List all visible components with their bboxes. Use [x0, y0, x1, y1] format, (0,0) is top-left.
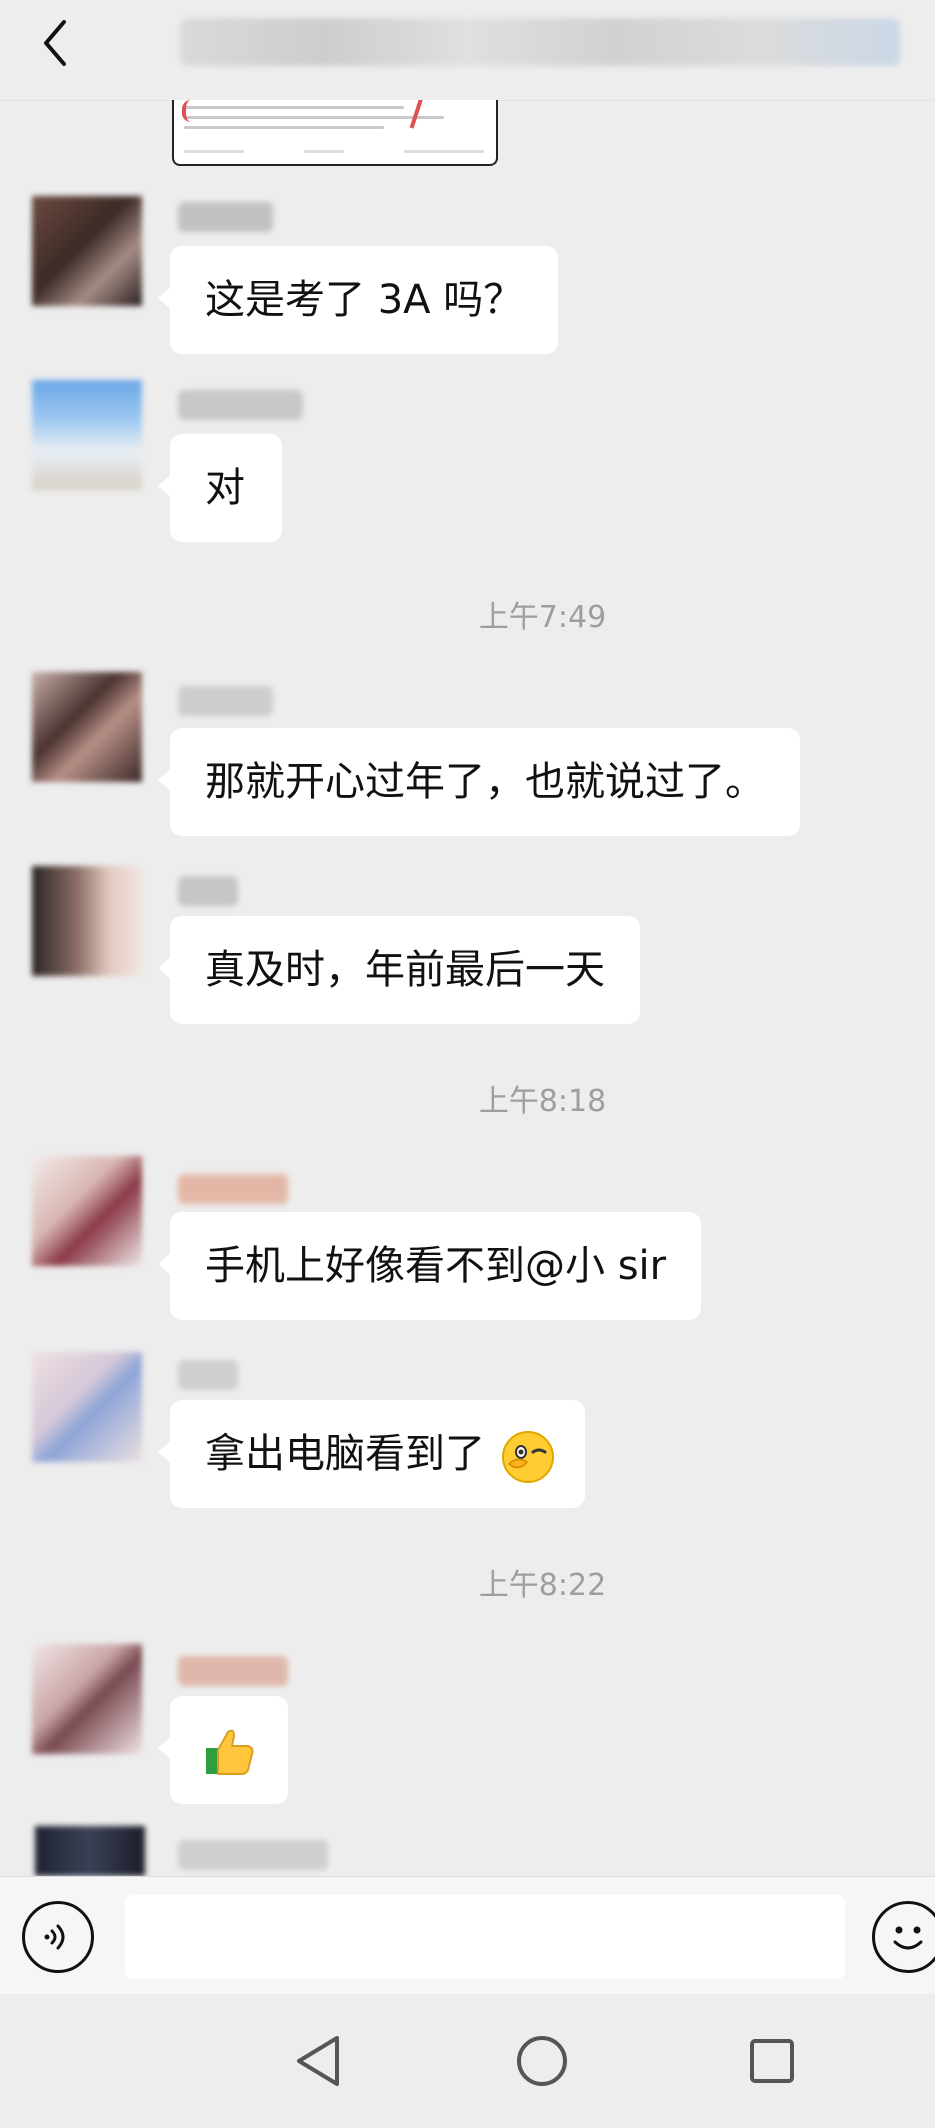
nav-back-button[interactable] — [283, 2026, 353, 2096]
sender-name-redacted — [178, 876, 238, 906]
winking-face-emoji-icon — [502, 1431, 554, 1483]
message-input-bar — [0, 1876, 935, 1995]
sender-name-redacted — [178, 686, 273, 716]
avatar[interactable] — [32, 196, 142, 306]
shared-document-preview[interactable] — [172, 100, 498, 166]
sender-name-redacted — [178, 1360, 238, 1390]
smiley-face-icon — [893, 1926, 923, 1950]
message-text: 拿出电脑看到了 — [205, 1431, 485, 1477]
avatar[interactable] — [32, 866, 142, 976]
voice-button[interactable] — [22, 1901, 94, 1973]
avatar[interactable] — [35, 1826, 145, 1876]
sender-name-redacted — [178, 390, 303, 420]
emoji-button[interactable] — [872, 1901, 935, 1973]
red-annotation-mark — [182, 100, 204, 122]
sender-name-redacted — [178, 1174, 288, 1204]
message-bubble[interactable]: 拿出电脑看到了 — [158, 1400, 585, 1508]
group-title-redacted[interactable] — [180, 18, 900, 66]
back-button[interactable] — [30, 18, 80, 68]
square-recent-icon — [750, 2039, 794, 2083]
avatar[interactable] — [32, 1644, 142, 1754]
sender-name-redacted — [178, 1656, 288, 1686]
sender-name-redacted — [178, 202, 273, 232]
message-bubble[interactable]: 那就开心过年了，也就说过了。 — [158, 728, 800, 836]
avatar[interactable] — [32, 1352, 142, 1462]
voice-icon — [44, 1924, 65, 1950]
message-input[interactable] — [125, 1895, 845, 1979]
message-bubble[interactable]: 手机上好像看不到@小 sir — [157, 1212, 702, 1320]
message-bubble[interactable]: 真及时，年前最后一天 — [158, 916, 640, 1024]
triangle-back-icon — [297, 2036, 339, 2086]
avatar[interactable] — [32, 1156, 142, 1266]
nav-recent-button[interactable] — [737, 2026, 807, 2096]
chevron-left-icon — [44, 20, 66, 66]
circle-home-icon — [517, 2036, 567, 2086]
timestamp: 上午8:22 — [478, 1568, 607, 1603]
nav-home-button[interactable] — [507, 2026, 577, 2096]
avatar[interactable] — [32, 672, 142, 782]
thumbs-up-emoji-icon — [206, 1729, 254, 1775]
system-navigation-bar — [0, 1994, 935, 2128]
sender-name-redacted — [178, 1840, 328, 1870]
timestamp: 上午8:18 — [478, 1084, 607, 1119]
chat-header — [0, 0, 935, 101]
message-bubble[interactable] — [158, 1696, 288, 1804]
avatar[interactable] — [32, 380, 142, 490]
timestamp: 上午7:49 — [478, 600, 607, 635]
message-bubble[interactable]: 这是考了 3A 吗？ — [157, 246, 559, 354]
message-bubble[interactable]: 对 — [158, 434, 282, 542]
